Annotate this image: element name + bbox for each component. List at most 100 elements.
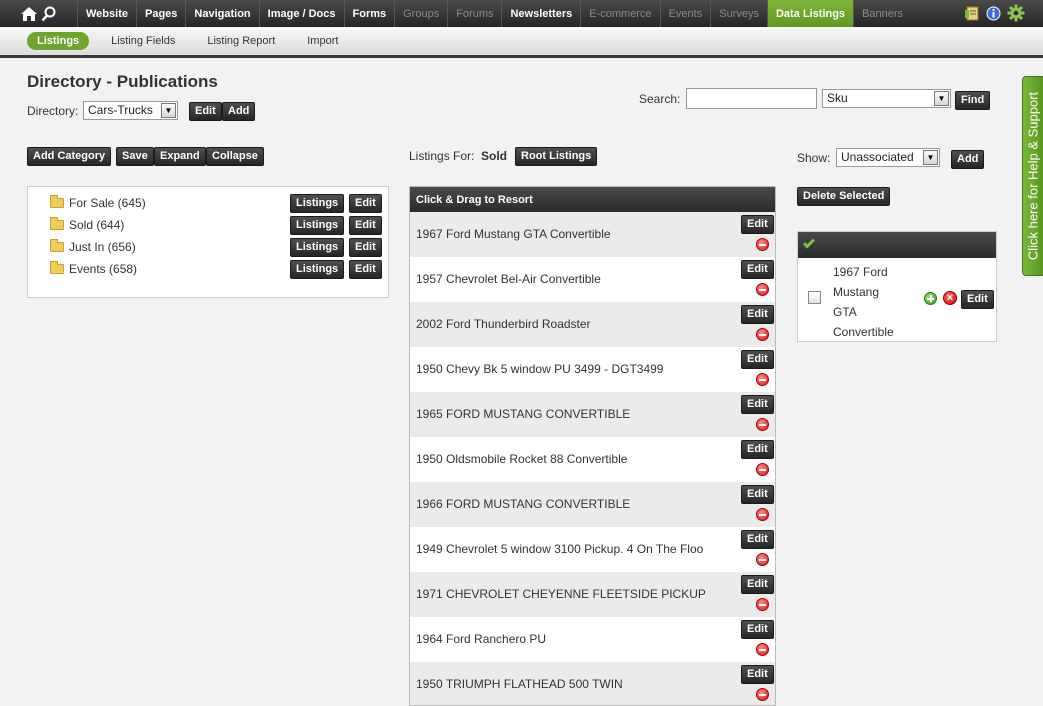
tree-row-just-in[interactable]: Just In (656) Listings Edit [28,236,388,258]
category-edit-button[interactable]: Edit [349,238,382,257]
nav-events[interactable]: Events [661,0,712,27]
category-listings-button[interactable]: Listings [290,194,345,213]
subnav-listing-fields[interactable]: Listing Fields [101,32,185,50]
directory-edit-button[interactable]: Edit [189,102,222,121]
listing-row[interactable]: 2002 Ford Thunderbird Roadster Edit [410,302,775,347]
expand-button[interactable]: Expand [154,147,206,166]
directory-add-button[interactable]: Add [222,102,256,121]
directory-select[interactable]: Cars-Trucks ▼ [83,101,178,120]
remove-icon[interactable] [756,688,769,701]
remove-icon[interactable] [756,553,769,566]
listing-edit-button[interactable]: Edit [741,440,774,459]
listing-edit-button[interactable]: Edit [741,575,774,594]
listing-title[interactable]: 1950 Oldsmobile Rocket 88 Convertible [416,452,627,466]
listing-row[interactable]: 1949 Chevrolet 5 window 3100 Pickup. 4 O… [410,527,775,572]
listing-title[interactable]: 1964 Ford Ranchero PU [416,632,546,646]
listing-row[interactable]: 1967 Ford Mustang GTA Convertible Edit [410,212,775,257]
tree-row-events[interactable]: Events (658) Listings Edit [28,258,388,280]
remove-icon[interactable] [756,598,769,611]
root-listings-button[interactable]: Root Listings [515,147,598,166]
listing-title[interactable]: 2002 Ford Thunderbird Roadster [416,317,591,331]
remove-icon[interactable] [756,283,769,296]
nav-forms[interactable]: Forms [345,0,396,27]
listing-title[interactable]: 1965 FORD MUSTANG CONVERTIBLE [416,407,630,421]
nav-data-listings[interactable]: Data Listings [767,0,855,27]
remove-icon[interactable] [756,463,769,476]
listing-edit-button[interactable]: Edit [741,485,774,504]
save-button[interactable]: Save [116,147,154,166]
listing-row[interactable]: 1950 TRIUMPH FLATHEAD 500 TWIN Edit [410,662,775,705]
add-category-button[interactable]: Add Category [27,147,112,166]
remove-icon[interactable] [756,418,769,431]
listing-edit-button[interactable]: Edit [741,305,774,324]
nav-website[interactable]: Website [78,0,137,27]
find-button[interactable]: Find [955,91,991,110]
listing-row[interactable]: 1966 FORD MUSTANG CONVERTIBLE Edit [410,482,775,527]
category-edit-button[interactable]: Edit [349,216,382,235]
add-icon[interactable] [924,292,937,305]
nav-surveys[interactable]: Surveys [711,0,768,27]
listing-title[interactable]: 1950 TRIUMPH FLATHEAD 500 TWIN [416,677,623,691]
subnav-listings[interactable]: Listings [27,32,90,50]
category-edit-button[interactable]: Edit [349,194,382,213]
search-icon[interactable] [41,6,57,22]
listing-edit-button[interactable]: Edit [741,395,774,414]
nav-forums[interactable]: Forums [448,0,503,27]
category-listings-button[interactable]: Listings [290,260,345,279]
listing-edit-button[interactable]: Edit [741,620,774,639]
nav-banners[interactable]: Banners [854,0,911,27]
nav-newsletters[interactable]: Newsletters [502,0,582,27]
associated-edit-button[interactable]: Edit [961,290,994,309]
search-field-select[interactable]: Sku ▼ [822,89,951,108]
listing-title[interactable]: 1950 Chevy Bk 5 window PU 3499 - DGT3499 [416,362,663,376]
nav-groups[interactable]: Groups [395,0,449,27]
category-name[interactable]: Just In (656) [69,240,136,254]
show-add-button[interactable]: Add [951,150,985,169]
nav-image-docs[interactable]: Image / Docs [260,0,345,27]
notes-icon[interactable] [964,5,980,21]
nav-pages[interactable]: Pages [137,0,187,27]
listing-edit-button[interactable]: Edit [741,215,774,234]
subnav-import[interactable]: Import [297,32,348,50]
category-listings-button[interactable]: Listings [290,216,345,235]
listing-edit-button[interactable]: Edit [741,665,774,684]
listing-edit-button[interactable]: Edit [741,350,774,369]
nav-ecommerce[interactable]: E-commerce [581,0,661,27]
nav-navigation[interactable]: Navigation [186,0,260,27]
subnav-listing-report[interactable]: Listing Report [197,32,285,50]
listing-title[interactable]: 1966 FORD MUSTANG CONVERTIBLE [416,497,630,511]
listing-edit-button[interactable]: Edit [741,530,774,549]
listing-title[interactable]: 1949 Chevrolet 5 window 3100 Pickup. 4 O… [416,542,703,556]
category-listings-button[interactable]: Listings [290,238,345,257]
category-name[interactable]: Sold (644) [69,218,124,232]
remove-icon[interactable] [756,373,769,386]
collapse-button[interactable]: Collapse [206,147,264,166]
delete-selected-button[interactable]: Delete Selected [797,187,891,206]
listing-title[interactable]: 1957 Chevrolet Bel-Air Convertible [416,272,601,286]
category-name[interactable]: For Sale (645) [69,196,146,210]
listing-title[interactable]: 1967 Ford Mustang GTA Convertible [416,227,611,241]
listing-row[interactable]: 1964 Ford Ranchero PU Edit [410,617,775,662]
listing-row[interactable]: 1965 FORD MUSTANG CONVERTIBLE Edit [410,392,775,437]
tree-row-sold[interactable]: Sold (644) Listings Edit [28,214,388,236]
remove-icon[interactable] [756,328,769,341]
gear-icon[interactable] [1007,4,1025,22]
info-icon[interactable] [986,6,1001,21]
search-input[interactable] [686,88,817,109]
remove-icon[interactable] [756,643,769,656]
listing-row[interactable]: 1957 Chevrolet Bel-Air Convertible Edit [410,257,775,302]
show-select[interactable]: Unassociated ▼ [836,148,940,167]
associated-checkbox[interactable] [808,291,821,304]
tree-row-for-sale[interactable]: For Sale (645) Listings Edit [28,192,388,214]
category-name[interactable]: Events (658) [69,262,137,276]
listing-row[interactable]: 1971 CHEVROLET CHEYENNE FLEETSIDE PICKUP… [410,572,775,617]
remove-icon[interactable] [756,238,769,251]
listing-title[interactable]: 1971 CHEVROLET CHEYENNE FLEETSIDE PICKUP [416,587,706,601]
listing-row[interactable]: 1950 Oldsmobile Rocket 88 Convertible Ed… [410,437,775,482]
remove-icon[interactable] [756,508,769,521]
home-icon[interactable] [20,6,38,22]
category-edit-button[interactable]: Edit [349,260,382,279]
listing-row[interactable]: 1950 Chevy Bk 5 window PU 3499 - DGT3499… [410,347,775,392]
delete-icon[interactable]: × [943,291,957,305]
listing-edit-button[interactable]: Edit [741,260,774,279]
